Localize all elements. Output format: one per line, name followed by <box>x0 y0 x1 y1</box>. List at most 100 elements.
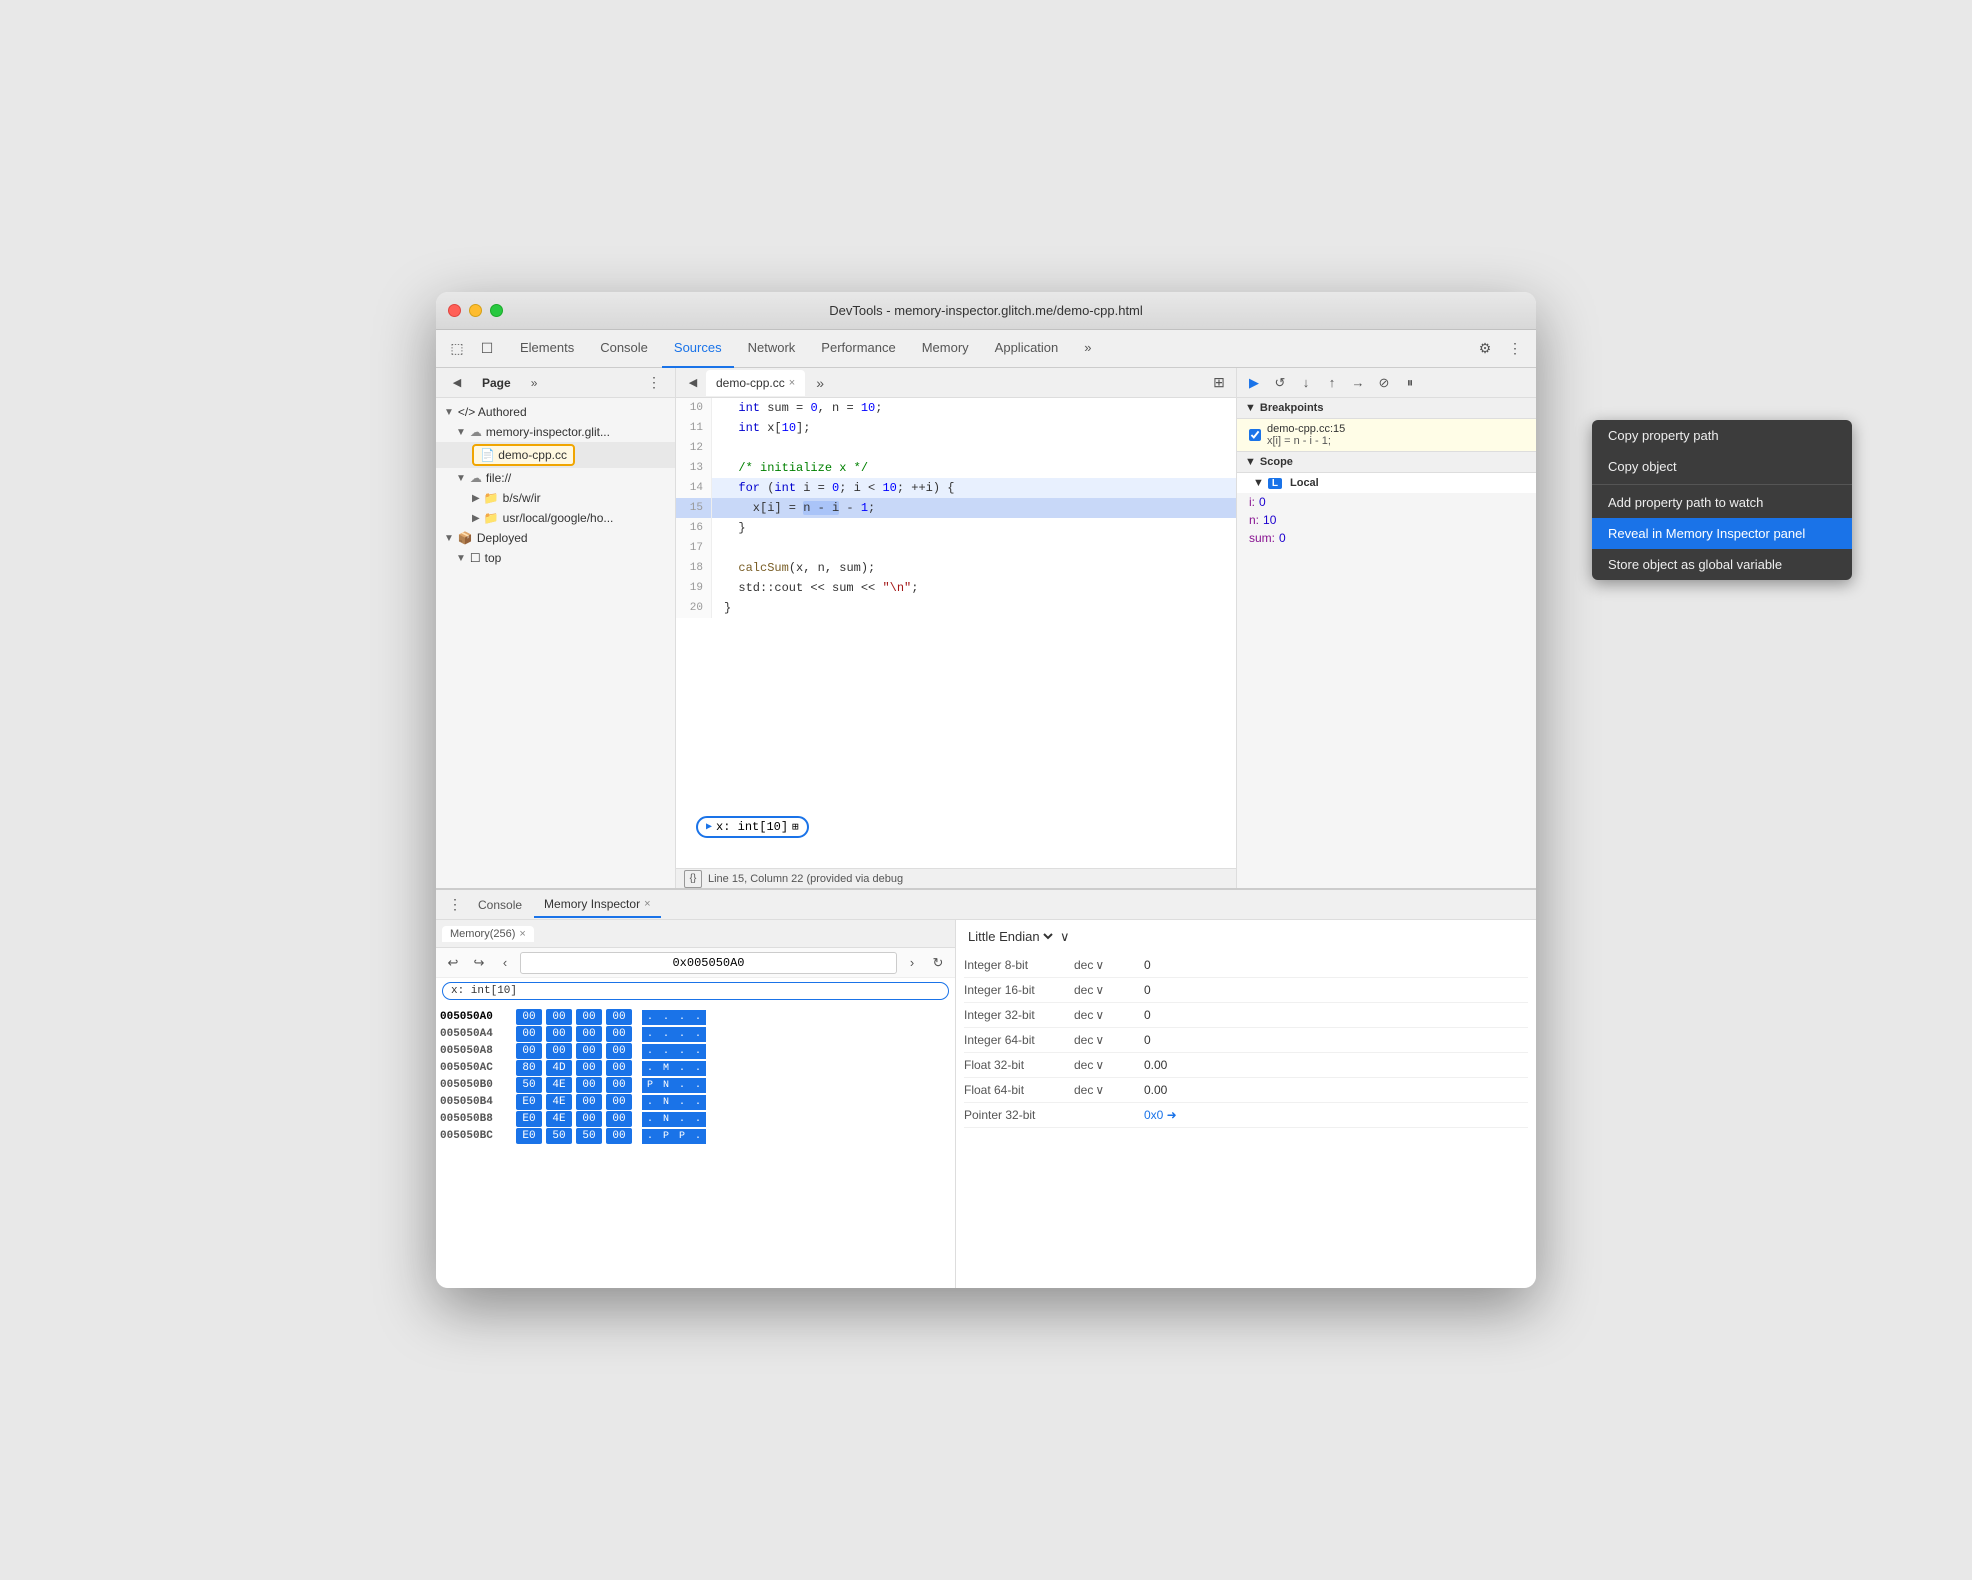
zoom-button[interactable] <box>490 304 503 317</box>
hex-byte[interactable]: 00 <box>606 1128 632 1144</box>
tab-close-icon[interactable]: × <box>789 377 795 389</box>
ctx-copy-property-path[interactable]: Copy property path <box>1592 420 1852 451</box>
hex-byte[interactable]: 00 <box>516 1026 542 1042</box>
hex-byte[interactable]: 50 <box>546 1128 572 1144</box>
var-chip[interactable]: ▶ x: int[10] ⊞ <box>696 816 809 838</box>
data-format[interactable]: dec ∨ <box>1074 1008 1144 1022</box>
data-format[interactable]: dec ∨ <box>1074 983 1144 997</box>
tab-network[interactable]: Network <box>736 330 808 368</box>
deactivate-icon[interactable]: ⊘ <box>1373 372 1395 394</box>
ctx-copy-object[interactable]: Copy object <box>1592 451 1852 482</box>
memory-tab-256[interactable]: Memory(256) × <box>442 926 534 942</box>
hex-byte[interactable]: 4E <box>546 1077 572 1093</box>
hex-byte[interactable]: 00 <box>546 1043 572 1059</box>
hex-byte[interactable]: 00 <box>546 1009 572 1025</box>
tab-console[interactable]: Console <box>588 330 660 368</box>
var-tag[interactable]: x: int[10] <box>442 982 949 1000</box>
page-tab[interactable]: Page <box>474 374 519 392</box>
hex-byte[interactable]: 00 <box>606 1077 632 1093</box>
hex-byte[interactable]: 00 <box>576 1060 602 1076</box>
panel-menu-icon[interactable]: ⋮ <box>641 370 667 396</box>
hex-byte[interactable]: 4E <box>546 1111 572 1127</box>
endian-select[interactable]: Little Endian <box>964 928 1056 945</box>
tree-bsw[interactable]: ▶ 📁 b/s/w/ir <box>436 488 675 508</box>
step-into-icon[interactable]: ↓ <box>1295 372 1317 394</box>
more-options-icon[interactable]: ⋮ <box>1502 336 1528 362</box>
scope-header[interactable]: ▼ Scope <box>1237 452 1536 473</box>
refresh-icon[interactable]: ↻ <box>927 952 949 974</box>
hex-byte[interactable]: 00 <box>576 1026 602 1042</box>
settings-icon[interactable]: ⚙ <box>1472 336 1498 362</box>
tab-application[interactable]: Application <box>983 330 1071 368</box>
hex-byte[interactable]: 00 <box>576 1111 602 1127</box>
hex-byte[interactable]: 00 <box>516 1009 542 1025</box>
history-back-icon[interactable]: ↩ <box>442 952 464 974</box>
cursor-icon[interactable]: ⬚ <box>444 336 470 362</box>
memory-inspector-tab[interactable]: Memory Inspector × <box>534 892 660 918</box>
ctx-add-to-watch[interactable]: Add property path to watch <box>1592 487 1852 518</box>
hex-byte[interactable]: E0 <box>516 1094 542 1110</box>
panel-dots-icon[interactable]: ⋮ <box>444 894 466 916</box>
hex-byte[interactable]: 00 <box>576 1043 602 1059</box>
hex-byte[interactable]: 00 <box>606 1060 632 1076</box>
hex-byte[interactable]: E0 <box>516 1111 542 1127</box>
device-icon[interactable]: ☐ <box>474 336 500 362</box>
hex-byte[interactable]: 50 <box>516 1077 542 1093</box>
hex-byte[interactable]: 00 <box>606 1043 632 1059</box>
collapse-icon[interactable]: ◀ <box>444 370 470 396</box>
data-format[interactable]: dec ∨ <box>1074 1058 1144 1072</box>
history-forward-icon[interactable]: ↪ <box>468 952 490 974</box>
minimize-button[interactable] <box>469 304 482 317</box>
breakpoints-header[interactable]: ▼ Breakpoints <box>1237 398 1536 419</box>
address-input[interactable] <box>520 952 897 974</box>
step-icon[interactable]: → <box>1347 372 1369 394</box>
tree-authored[interactable]: ▼ </> Authored <box>436 402 675 422</box>
tree-top[interactable]: ▼ ☐ top <box>436 548 675 568</box>
ctx-store-global[interactable]: Store object as global variable <box>1592 549 1852 580</box>
tab-elements[interactable]: Elements <box>508 330 586 368</box>
hex-byte[interactable]: 00 <box>606 1094 632 1110</box>
data-format[interactable]: dec ∨ <box>1074 1033 1144 1047</box>
memory-tab-close[interactable]: × <box>644 898 650 910</box>
variable-popup[interactable]: ▶ x: int[10] ⊞ <box>696 816 809 838</box>
step-over-icon[interactable]: ↺ <box>1269 372 1291 394</box>
tree-usr[interactable]: ▶ 📁 usr/local/google/ho... <box>436 508 675 528</box>
hex-byte[interactable]: 50 <box>576 1128 602 1144</box>
editor-tab-demo-cpp[interactable]: demo-cpp.cc × <box>706 370 805 396</box>
more-files-icon[interactable]: » <box>807 370 833 396</box>
hex-byte[interactable]: 00 <box>576 1094 602 1110</box>
hex-byte[interactable]: 00 <box>516 1043 542 1059</box>
next-page-icon[interactable]: › <box>901 952 923 974</box>
tree-deployed[interactable]: ▼ 📦 Deployed <box>436 528 675 548</box>
hex-byte[interactable]: 4E <box>546 1094 572 1110</box>
close-button[interactable] <box>448 304 461 317</box>
hex-byte[interactable]: 00 <box>576 1009 602 1025</box>
hex-byte[interactable]: 00 <box>546 1026 572 1042</box>
tab-memory[interactable]: Memory <box>910 330 981 368</box>
breakpoint-checkbox[interactable] <box>1249 429 1261 441</box>
prev-file-icon[interactable]: ◀ <box>680 370 706 396</box>
hex-byte[interactable]: 00 <box>576 1077 602 1093</box>
more-tabs[interactable]: » <box>1072 330 1103 368</box>
format-icon[interactable]: ⊞ <box>1206 370 1232 396</box>
local-header[interactable]: ▼ L Local <box>1237 473 1536 493</box>
more-panel-tabs[interactable]: » <box>523 374 546 392</box>
data-format[interactable]: dec ∨ <box>1074 958 1144 972</box>
hex-byte[interactable]: E0 <box>516 1128 542 1144</box>
tree-file-protocol[interactable]: ▼ ☁ file:// <box>436 468 675 488</box>
pointer-link[interactable]: 0x0 ➜ <box>1144 1108 1177 1122</box>
hex-byte[interactable]: 80 <box>516 1060 542 1076</box>
step-out-icon[interactable]: ↑ <box>1321 372 1343 394</box>
data-format[interactable]: dec ∨ <box>1074 1083 1144 1097</box>
tree-memory-inspector[interactable]: ▼ ☁ memory-inspector.glit... <box>436 422 675 442</box>
pause-icon[interactable]: ⏸ <box>1399 372 1421 394</box>
memory-tab-256-close[interactable]: × <box>519 928 525 940</box>
console-tab[interactable]: Console <box>468 892 532 918</box>
tab-performance[interactable]: Performance <box>809 330 907 368</box>
ctx-reveal-memory[interactable]: Reveal in Memory Inspector panel <box>1592 518 1852 549</box>
hex-byte[interactable]: 00 <box>606 1009 632 1025</box>
hex-byte[interactable]: 00 <box>606 1026 632 1042</box>
hex-byte[interactable]: 00 <box>606 1111 632 1127</box>
resume-icon[interactable]: ▶ <box>1243 372 1265 394</box>
tab-sources[interactable]: Sources <box>662 330 734 368</box>
